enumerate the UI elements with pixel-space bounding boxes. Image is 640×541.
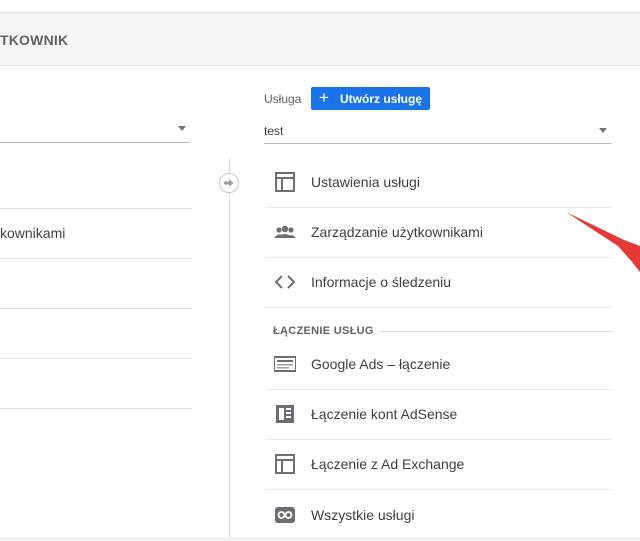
google-ads-link-item[interactable]: Google Ads – łączenie — [266, 339, 612, 390]
left-user-management-item[interactable]: kownikami — [0, 208, 192, 259]
adexchange-icon — [275, 454, 295, 474]
adsense-icon — [276, 405, 294, 423]
left-list-item[interactable] — [0, 158, 192, 209]
top-strip — [0, 0, 640, 13]
section-heading: ŁĄCZENIE USŁUG — [273, 325, 374, 337]
service-select[interactable]: test — [264, 121, 612, 144]
page-header: TKOWNIK — [0, 13, 640, 66]
ads-icon — [274, 356, 296, 372]
dropdown-arrow-icon — [599, 128, 607, 133]
left-list-item[interactable] — [0, 258, 192, 309]
column-divider — [229, 158, 230, 541]
page-title: TKOWNIK — [0, 32, 69, 48]
service-label: Usługa — [264, 92, 302, 106]
left-list-item[interactable] — [0, 358, 192, 409]
all-products-icon — [275, 507, 295, 523]
annotation-arrow-icon — [566, 212, 640, 272]
adsense-link-item[interactable]: Łączenie kont AdSense — [266, 389, 612, 440]
code-icon — [274, 275, 296, 289]
layout-icon — [275, 172, 295, 192]
bottom-strip — [0, 537, 640, 541]
arrow-right-icon — [219, 173, 239, 193]
people-icon — [274, 225, 296, 238]
plus-icon: + — [319, 88, 329, 107]
account-select[interactable] — [0, 118, 190, 143]
dropdown-arrow-icon — [178, 126, 186, 131]
all-products-item[interactable]: Wszystkie usługi — [266, 490, 612, 540]
create-service-button[interactable]: + Utwórz usługę — [311, 87, 430, 110]
section-divider — [380, 331, 612, 332]
ad-exchange-link-item[interactable]: Łączenie z Ad Exchange — [266, 439, 612, 490]
left-list-item[interactable] — [0, 308, 192, 359]
